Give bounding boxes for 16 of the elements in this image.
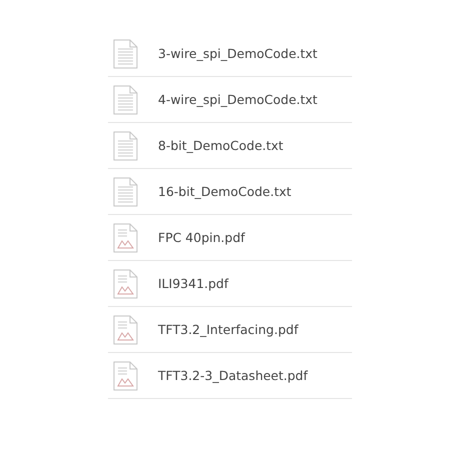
pdf-file-icon <box>113 268 138 298</box>
text-file-icon <box>113 176 138 206</box>
file-link[interactable]: 16-bit_DemoCode.txt <box>158 184 292 199</box>
pdf-file-icon <box>113 314 138 344</box>
file-link[interactable]: TFT3.2_Interfacing.pdf <box>158 322 298 337</box>
pdf-file-icon <box>113 222 138 252</box>
file-link[interactable]: 4-wire_spi_DemoCode.txt <box>158 92 318 107</box>
pdf-file-icon <box>113 360 138 390</box>
file-link[interactable]: FPC 40pin.pdf <box>158 230 245 245</box>
text-file-icon <box>113 38 138 68</box>
text-file-icon <box>113 130 138 160</box>
file-link[interactable]: ILI9341.pdf <box>158 276 228 291</box>
file-link[interactable]: TFT3.2-3_Datasheet.pdf <box>158 368 308 383</box>
text-file-icon <box>113 84 138 114</box>
file-link[interactable]: 3-wire_spi_DemoCode.txt <box>158 46 318 61</box>
file-link[interactable]: 8-bit_DemoCode.txt <box>158 138 284 153</box>
